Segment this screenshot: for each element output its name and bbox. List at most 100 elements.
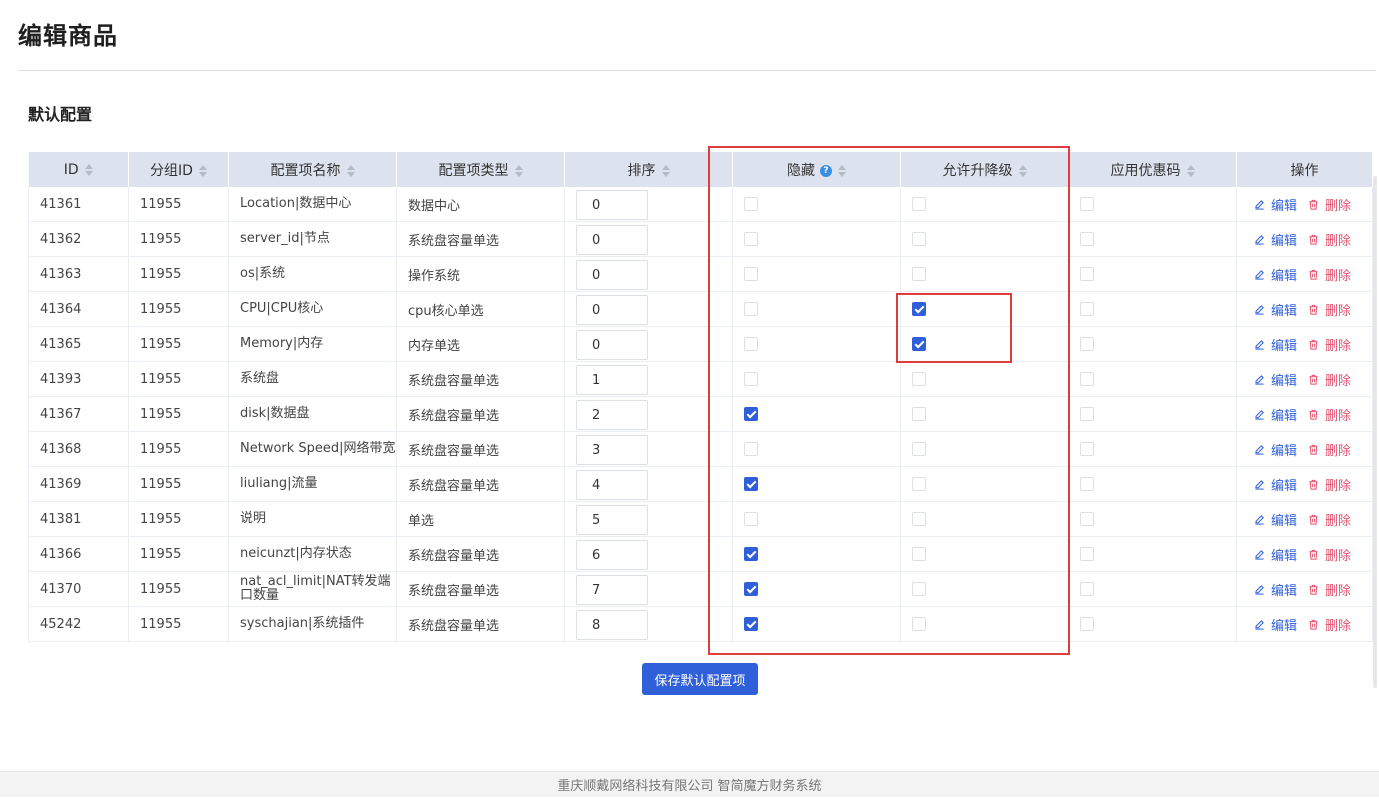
coupon-checkbox[interactable] <box>1080 512 1094 526</box>
coupon-checkbox[interactable] <box>1080 197 1094 211</box>
edit-button[interactable]: 编辑 <box>1254 475 1297 494</box>
sort-order-input[interactable] <box>576 505 648 535</box>
delete-button[interactable]: 删除 <box>1308 580 1351 599</box>
delete-button[interactable]: 删除 <box>1308 370 1351 389</box>
sort-order-input[interactable] <box>576 295 648 325</box>
edit-button[interactable]: 编辑 <box>1254 265 1297 284</box>
delete-button[interactable]: 删除 <box>1308 475 1351 494</box>
col-header-group-id[interactable]: 分组ID <box>128 152 229 187</box>
hidden-checkbox[interactable] <box>744 477 758 491</box>
col-header-sort[interactable]: 排序 <box>564 152 733 187</box>
sort-caret-icon[interactable] <box>661 164 670 177</box>
sort-order-input[interactable] <box>576 330 648 360</box>
coupon-checkbox[interactable] <box>1080 442 1094 456</box>
coupon-checkbox[interactable] <box>1080 302 1094 316</box>
coupon-checkbox[interactable] <box>1080 267 1094 281</box>
edit-button[interactable]: 编辑 <box>1254 230 1297 249</box>
coupon-checkbox[interactable] <box>1080 407 1094 421</box>
hidden-checkbox[interactable] <box>744 582 758 596</box>
col-header-name[interactable]: 配置项名称 <box>228 152 397 187</box>
coupon-checkbox[interactable] <box>1080 547 1094 561</box>
sort-caret-icon[interactable] <box>84 163 93 176</box>
sort-caret-icon[interactable] <box>1186 164 1195 177</box>
sort-order-input[interactable] <box>576 260 648 290</box>
coupon-checkbox[interactable] <box>1080 337 1094 351</box>
upgrade-checkbox[interactable] <box>912 582 926 596</box>
delete-button[interactable]: 删除 <box>1308 300 1351 319</box>
edit-button[interactable]: 编辑 <box>1254 335 1297 354</box>
delete-button[interactable]: 删除 <box>1308 510 1351 529</box>
hidden-checkbox[interactable] <box>744 372 758 386</box>
delete-button[interactable]: 删除 <box>1308 615 1351 634</box>
hidden-checkbox[interactable] <box>744 512 758 526</box>
upgrade-checkbox[interactable] <box>912 407 926 421</box>
sort-caret-icon[interactable] <box>514 164 523 177</box>
coupon-checkbox[interactable] <box>1080 232 1094 246</box>
sort-order-input[interactable] <box>576 470 648 500</box>
sort-order-input[interactable] <box>576 610 648 640</box>
upgrade-checkbox[interactable] <box>912 337 926 351</box>
edit-button[interactable]: 编辑 <box>1254 195 1297 214</box>
edit-button[interactable]: 编辑 <box>1254 615 1297 634</box>
hidden-checkbox[interactable] <box>744 267 758 281</box>
vertical-scrollbar[interactable] <box>1373 176 1377 688</box>
sort-caret-icon[interactable] <box>346 164 355 177</box>
hidden-checkbox[interactable] <box>744 197 758 211</box>
edit-button[interactable]: 编辑 <box>1254 545 1297 564</box>
delete-button[interactable]: 删除 <box>1308 335 1351 354</box>
upgrade-checkbox[interactable] <box>912 267 926 281</box>
sort-caret-icon[interactable] <box>838 164 846 177</box>
save-default-config-button[interactable]: 保存默认配置项 <box>642 663 758 695</box>
edit-button[interactable]: 编辑 <box>1254 510 1297 529</box>
col-header-hidden[interactable]: 隐藏? <box>732 152 901 187</box>
edit-button[interactable]: 编辑 <box>1254 370 1297 389</box>
coupon-checkbox[interactable] <box>1080 617 1094 631</box>
delete-button[interactable]: 删除 <box>1308 405 1351 424</box>
edit-button[interactable]: 编辑 <box>1254 440 1297 459</box>
sort-order-input[interactable] <box>576 225 648 255</box>
upgrade-checkbox[interactable] <box>912 512 926 526</box>
coupon-checkbox[interactable] <box>1080 372 1094 386</box>
upgrade-checkbox[interactable] <box>912 232 926 246</box>
coupon-checkbox[interactable] <box>1080 477 1094 491</box>
upgrade-checkbox[interactable] <box>912 197 926 211</box>
sort-caret-icon[interactable] <box>1018 164 1027 177</box>
sort-order-input[interactable] <box>576 540 648 570</box>
sort-caret-icon[interactable] <box>198 164 207 177</box>
question-circle-icon[interactable]: ? <box>820 164 832 177</box>
hidden-checkbox[interactable] <box>744 442 758 456</box>
hidden-checkbox[interactable] <box>744 337 758 351</box>
coupon-checkbox[interactable] <box>1080 582 1094 596</box>
hidden-checkbox[interactable] <box>744 547 758 561</box>
pencil-icon <box>1255 514 1264 525</box>
col-header-id[interactable]: ID <box>28 152 129 187</box>
delete-button[interactable]: 删除 <box>1308 230 1351 249</box>
sort-order-input[interactable] <box>576 400 648 430</box>
sort-order-input[interactable] <box>576 365 648 395</box>
hidden-checkbox[interactable] <box>744 617 758 631</box>
sort-order-input[interactable] <box>576 190 648 220</box>
edit-button[interactable]: 编辑 <box>1254 580 1297 599</box>
upgrade-checkbox[interactable] <box>912 547 926 561</box>
col-header-coupon[interactable]: 应用优惠码 <box>1068 152 1237 187</box>
edit-button[interactable]: 编辑 <box>1254 405 1297 424</box>
upgrade-checkbox[interactable] <box>912 477 926 491</box>
upgrade-checkbox[interactable] <box>912 442 926 456</box>
delete-button[interactable]: 删除 <box>1308 440 1351 459</box>
sort-order-input[interactable] <box>576 435 648 465</box>
upgrade-checkbox[interactable] <box>912 302 926 316</box>
edit-button[interactable]: 编辑 <box>1254 300 1297 319</box>
hidden-checkbox[interactable] <box>744 302 758 316</box>
hidden-checkbox[interactable] <box>744 407 758 421</box>
upgrade-checkbox[interactable] <box>912 617 926 631</box>
delete-button[interactable]: 删除 <box>1308 195 1351 214</box>
sort-order-input[interactable] <box>576 575 648 605</box>
delete-button[interactable]: 删除 <box>1308 265 1351 284</box>
delete-button[interactable]: 删除 <box>1308 545 1351 564</box>
upgrade-checkbox[interactable] <box>912 372 926 386</box>
pencil-icon <box>1255 339 1264 350</box>
col-header-type[interactable]: 配置项类型 <box>396 152 565 187</box>
hidden-checkbox[interactable] <box>744 232 758 246</box>
col-header-upgrade[interactable]: 允许升降级 <box>900 152 1069 187</box>
cell-hidden <box>732 256 901 292</box>
